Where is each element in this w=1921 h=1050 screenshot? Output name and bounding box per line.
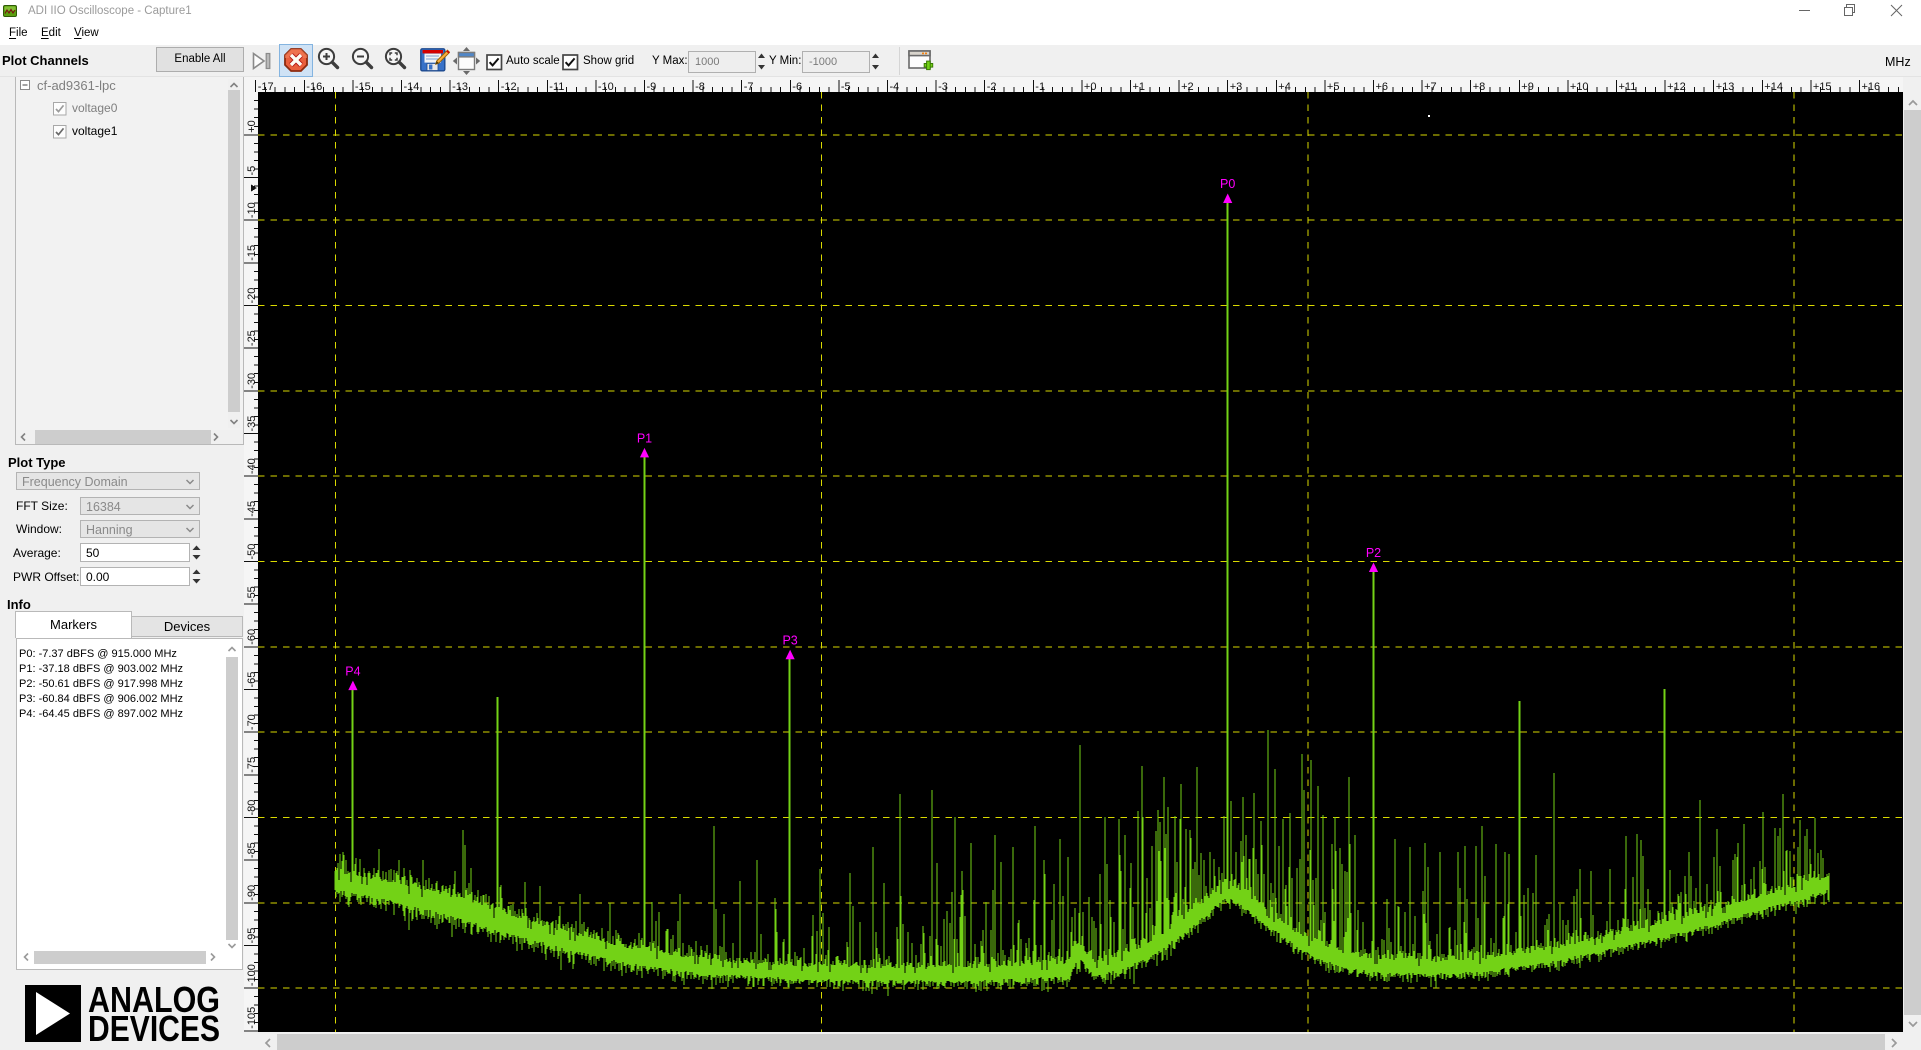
- svg-text:-75: -75: [246, 757, 258, 773]
- svg-text:P1: P1: [637, 432, 652, 446]
- svg-text:P4: P4: [345, 664, 360, 678]
- svg-text:P0: P0: [1220, 177, 1235, 191]
- svg-text:-30: -30: [246, 373, 258, 389]
- svg-text:+14: +14: [1764, 81, 1783, 92]
- svg-text:P2: P2: [1366, 546, 1381, 560]
- svg-text:+11: +11: [1619, 81, 1637, 92]
- svg-text:-35: -35: [246, 416, 258, 432]
- svg-text:+0: +0: [1084, 81, 1097, 92]
- svg-text:-95: -95: [246, 928, 258, 944]
- svg-text:-2: -2: [987, 81, 997, 92]
- svg-text:-1: -1: [1035, 81, 1045, 92]
- svg-text:-65: -65: [246, 672, 258, 688]
- svg-text:+6: +6: [1376, 81, 1389, 92]
- svg-text:-50: -50: [246, 544, 258, 560]
- svg-text:-6: -6: [792, 81, 802, 92]
- svg-text:-45: -45: [246, 501, 258, 517]
- svg-text:+12: +12: [1667, 81, 1686, 92]
- svg-text:-4: -4: [890, 81, 900, 92]
- svg-text:+3: +3: [1230, 81, 1243, 92]
- svg-text:-9: -9: [647, 81, 657, 92]
- svg-text:-105: -105: [246, 1007, 258, 1029]
- svg-text:+0: +0: [246, 120, 258, 133]
- svg-text:-85: -85: [246, 842, 258, 858]
- svg-text:-3: -3: [938, 81, 948, 92]
- svg-text:-10: -10: [246, 202, 258, 218]
- svg-text:+15: +15: [1813, 81, 1832, 92]
- svg-text:+8: +8: [1473, 81, 1486, 92]
- svg-text:+2: +2: [1181, 81, 1194, 92]
- svg-text:+16: +16: [1862, 81, 1881, 92]
- svg-text:+4: +4: [1278, 81, 1291, 92]
- svg-text:+10: +10: [1570, 81, 1589, 92]
- svg-text:-40: -40: [246, 458, 258, 474]
- svg-text:-5: -5: [841, 81, 851, 92]
- svg-text:+1: +1: [1133, 81, 1146, 92]
- svg-text:DEVICES: DEVICES: [88, 1008, 220, 1045]
- svg-text:+9: +9: [1521, 81, 1534, 92]
- svg-text:-20: -20: [246, 288, 258, 304]
- svg-text:-100: -100: [246, 964, 258, 986]
- svg-text:+5: +5: [1327, 81, 1340, 92]
- svg-text:-7: -7: [744, 81, 754, 92]
- svg-text:+13: +13: [1716, 81, 1735, 92]
- svg-text:-5: -5: [246, 166, 258, 176]
- svg-text:-60: -60: [246, 629, 258, 645]
- svg-text:P3: P3: [782, 634, 797, 648]
- svg-text:-70: -70: [246, 714, 258, 730]
- svg-text:-25: -25: [246, 330, 258, 346]
- svg-text:-90: -90: [246, 885, 258, 901]
- svg-text:-55: -55: [246, 586, 258, 602]
- svg-text:+7: +7: [1424, 81, 1437, 92]
- svg-text:-15: -15: [246, 245, 258, 261]
- svg-text:-80: -80: [246, 800, 258, 816]
- svg-text:-8: -8: [695, 81, 705, 92]
